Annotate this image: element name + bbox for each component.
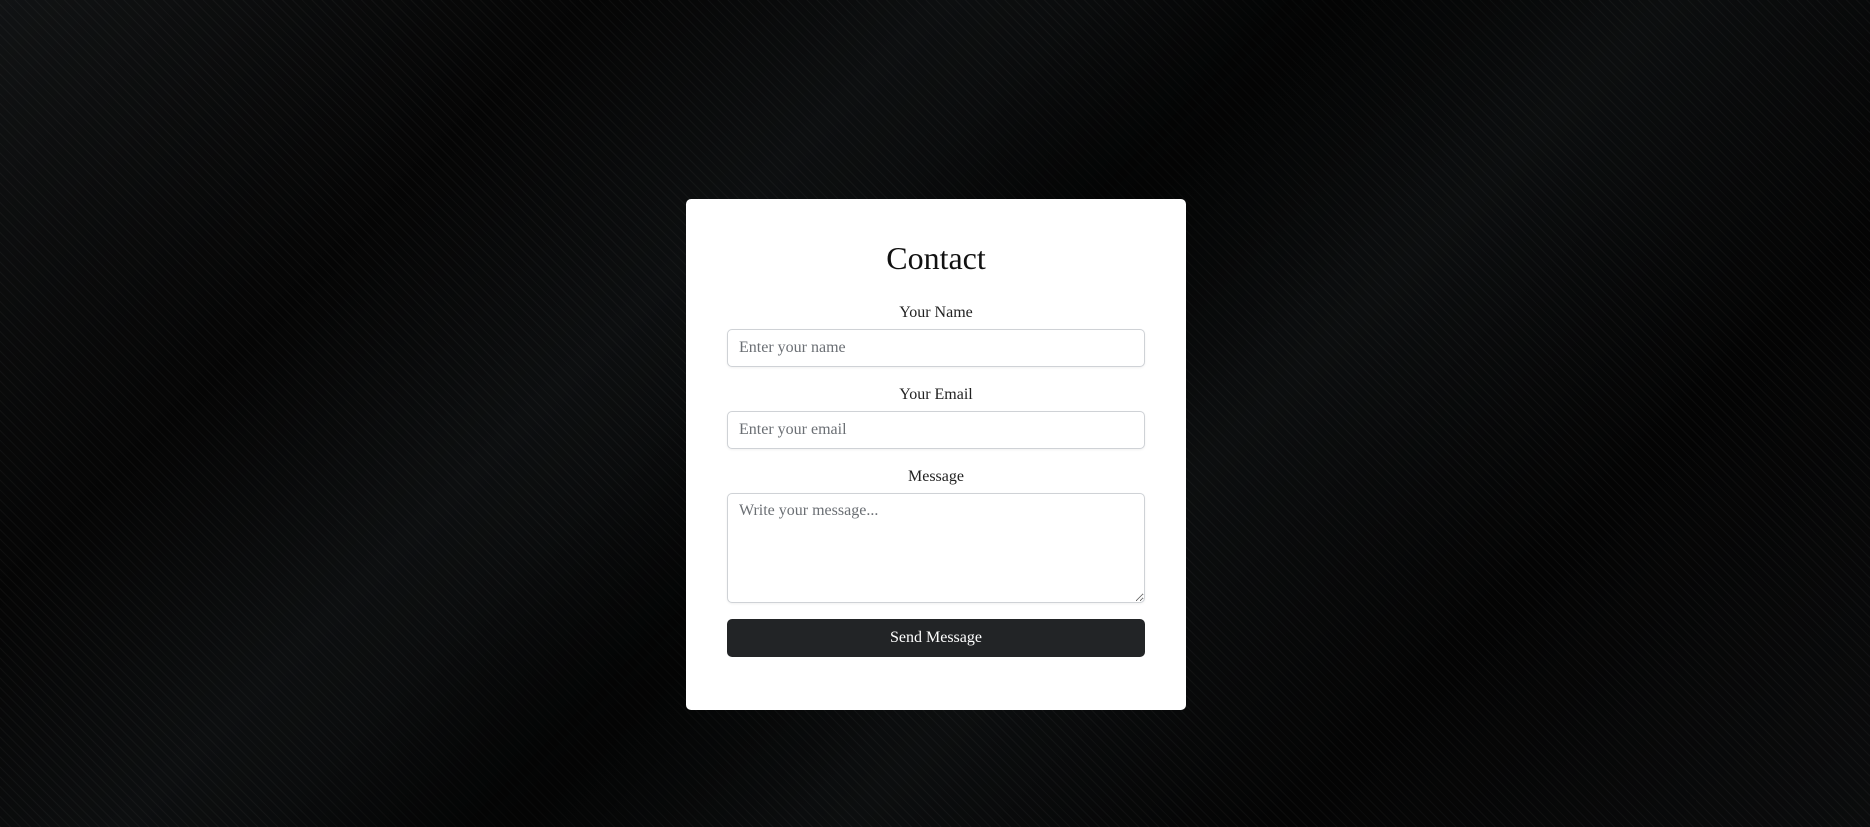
send-message-button[interactable]: Send Message [727, 619, 1145, 657]
form-title: Contact [886, 240, 986, 276]
email-input[interactable] [727, 411, 1145, 449]
contact-form-card: Contact Your Name Your Email Message Sen… [686, 199, 1186, 710]
message-label: Message [908, 468, 964, 485]
email-label: Your Email [899, 386, 973, 403]
name-input[interactable] [727, 329, 1145, 367]
name-label: Your Name [899, 304, 973, 321]
message-textarea[interactable] [727, 493, 1145, 603]
